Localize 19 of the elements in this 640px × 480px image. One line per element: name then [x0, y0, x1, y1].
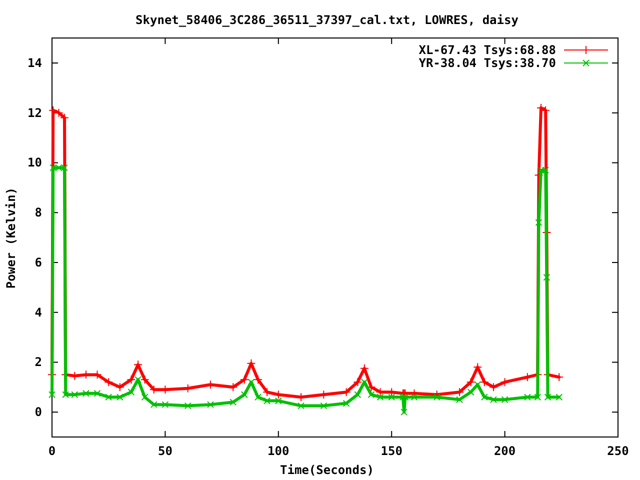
axis-label: Power (Kelvin) — [4, 187, 18, 289]
tick-label: 100 — [268, 444, 290, 458]
tick-label: 2 — [34, 355, 42, 370]
tick-label: 50 — [158, 444, 172, 458]
tick-label: 150 — [380, 444, 402, 458]
tick-label: 0 — [48, 444, 56, 458]
legend-label: YR-38.04 Tsys:38.70 — [418, 56, 556, 70]
tick-label: 0 — [34, 405, 42, 420]
tick-label: 4 — [34, 305, 42, 320]
tick-label: 12 — [28, 106, 42, 120]
tick-label: 6 — [34, 255, 42, 270]
chart-title: Skynet_58406_3C286_36511_37397_cal.txt, LOWRES, daisy — [136, 13, 518, 27]
tick-label: 200 — [494, 444, 516, 458]
tick-label: 14 — [28, 56, 42, 70]
tick-label: 10 — [28, 156, 42, 170]
legend-label: XL-67.43 Tsys:68.88 — [418, 43, 556, 57]
tick-label: 8 — [34, 206, 42, 220]
axis-label: Time(Seconds) — [280, 463, 374, 477]
tick-label: 250 — [607, 444, 629, 458]
